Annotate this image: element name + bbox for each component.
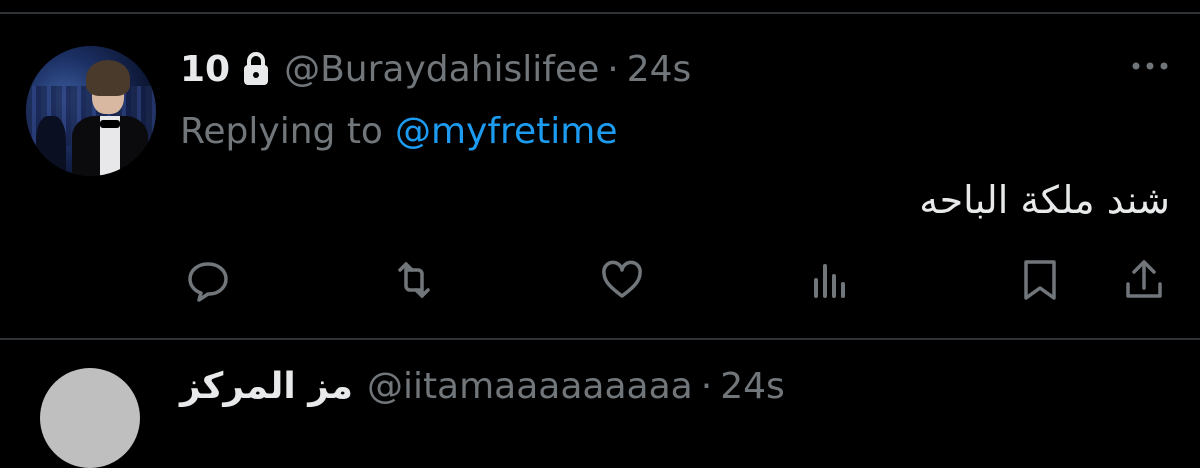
next-tweet-avatar[interactable] [40,368,140,468]
tweet-header: 10 @Buraydahislifee · 24s [180,44,691,94]
like-button[interactable] [598,256,646,304]
reply-button[interactable] [184,256,232,304]
more-dots-icon[interactable] [1128,54,1172,78]
top-divider [0,12,1200,14]
tweet-divider [0,338,1200,340]
avatar-side-person [36,116,66,176]
tweet-text: شند ملكة الباحه [919,178,1170,222]
next-separator-dot: · [700,366,713,407]
retweet-button[interactable] [390,256,438,304]
avatar-person-hair [86,60,130,96]
next-tweet-header: مز المركز @iitamaaaaaaaaa · 24s [180,366,785,407]
next-display-name[interactable]: مز المركز [180,366,353,407]
views-button[interactable] [806,256,854,304]
user-handle[interactable]: @Buraydahislifee [284,49,599,90]
share-icon [1126,260,1162,298]
next-timestamp[interactable]: 24s [720,366,785,407]
display-name[interactable]: 10 [180,49,230,90]
views-icon [814,264,845,298]
avatar[interactable] [26,46,156,176]
bookmark-button[interactable] [1016,256,1064,304]
replying-to-line: Replying to @myfretime [180,106,618,156]
retweet-icon [398,262,430,298]
separator-dot: · [607,48,619,90]
replying-to-label: Replying to [180,110,383,152]
bookmark-icon [1024,260,1056,300]
next-user-handle[interactable]: @iitamaaaaaaaaa [367,366,693,407]
heart-icon [602,260,642,298]
replying-to-link[interactable]: @myfretime [395,111,618,152]
avatar-person-bowtie [100,120,120,128]
timestamp[interactable]: 24s [627,49,692,90]
lock-icon [242,51,270,87]
share-button[interactable] [1120,256,1168,304]
reply-icon [188,262,228,302]
